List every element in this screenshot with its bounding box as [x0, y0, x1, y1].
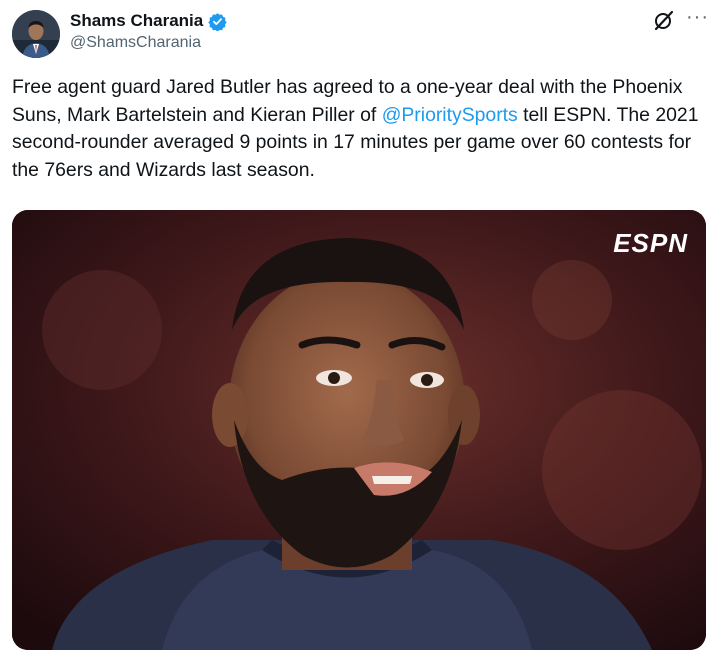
- avatar[interactable]: [12, 10, 60, 58]
- player-photo: [12, 210, 706, 650]
- espn-watermark: ESPN: [613, 228, 688, 258]
- mention-link[interactable]: @PrioritySports: [382, 104, 518, 126]
- top-actions: ···: [652, 7, 709, 32]
- grok-icon[interactable]: [652, 8, 676, 32]
- tweet-media-image[interactable]: ESPN: [12, 210, 706, 650]
- author-handle[interactable]: @ShamsCharania: [70, 34, 227, 52]
- more-options-icon[interactable]: ···: [686, 7, 709, 27]
- author-display-name[interactable]: Shams Charania: [70, 11, 203, 31]
- tweet-card: Shams Charania @ShamsCharania ··· Free a…: [0, 0, 719, 650]
- verified-badge-icon[interactable]: [208, 12, 227, 32]
- name-row: Shams Charania: [70, 10, 227, 32]
- author-block: Shams Charania @ShamsCharania: [70, 10, 227, 52]
- tweet-text: Free agent guard Jared Butler has agreed…: [12, 74, 702, 184]
